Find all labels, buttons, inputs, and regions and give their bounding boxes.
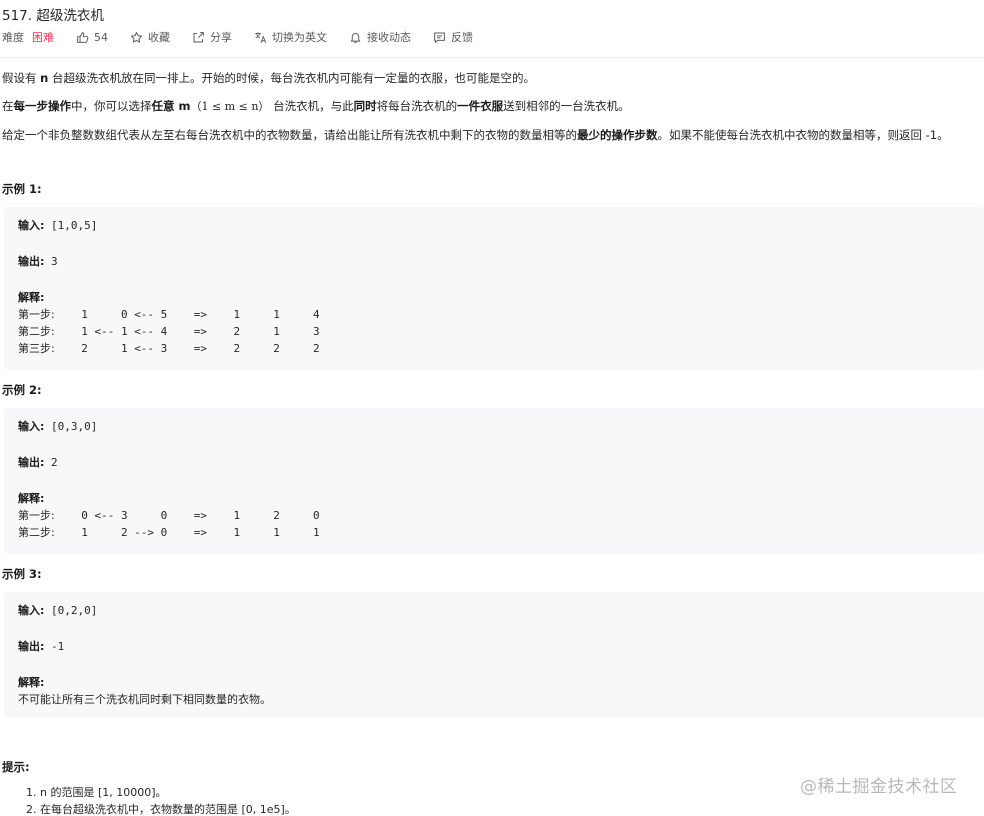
- example-step: 第三步: 2 1 <-- 3 => 2 2 2: [18, 342, 320, 355]
- example-step: 第二步: 1 2 --> 0 => 1 1 1: [18, 526, 320, 539]
- description-paragraph-2: 在每一步操作中，你可以选择任意 m（1 ≤ m ≤ n） 台洗衣机，与此同时将每…: [2, 99, 630, 113]
- hint-item: 1. n 的范围是 [1, 10000]。: [26, 786, 167, 799]
- favorite-button[interactable]: 收藏: [130, 29, 170, 45]
- notify-button[interactable]: 接收动态: [349, 29, 411, 45]
- example-output: 输出: 2: [18, 456, 58, 469]
- thumbs-up-icon: [77, 31, 89, 43]
- like-button[interactable]: 54: [76, 31, 108, 44]
- example-2-code-block: 输入: [0,3,0] 输出: 2 解释: 第一步: 0 <-- 3 0 => …: [4, 408, 984, 554]
- example-step: 第一步: 1 0 <-- 5 => 1 1 4: [18, 308, 320, 321]
- star-icon: [130, 31, 143, 43]
- example-2-title: 示例 2:: [2, 383, 42, 397]
- example-input: 输入: [0,3,0]: [18, 420, 98, 433]
- share-button[interactable]: 分享: [192, 29, 232, 45]
- example-1-title: 示例 1:: [2, 182, 42, 196]
- feedback-button[interactable]: 反馈: [433, 29, 473, 45]
- example-explain-label: 解释:: [18, 676, 45, 689]
- feedback-label: 反馈: [451, 31, 473, 44]
- share-icon: [193, 31, 204, 42]
- hints-title: 提示:: [2, 760, 30, 774]
- difficulty-label: 难度: [2, 31, 24, 44]
- example-explain-label: 解释:: [18, 291, 45, 304]
- hint-item: 2. 在每台超级洗衣机中，衣物数量的范围是 [0, 1e5]。: [26, 803, 296, 816]
- translate-icon: [255, 31, 267, 43]
- share-label: 分享: [210, 31, 232, 44]
- example-step: 第一步: 0 <-- 3 0 => 1 2 0: [18, 509, 320, 522]
- like-count: 54: [94, 30, 108, 44]
- feedback-icon: [434, 32, 445, 43]
- example-3-title: 示例 3:: [2, 567, 42, 581]
- example-input: 输入: [1,0,5]: [18, 219, 98, 232]
- example-output: 输出: -1: [18, 640, 65, 653]
- switch-language-button[interactable]: 切换为英文: [254, 29, 327, 45]
- favorite-label: 收藏: [148, 31, 170, 44]
- bell-icon: [350, 32, 361, 43]
- example-output: 输出: 3: [18, 255, 58, 268]
- problem-header: 517. 超级洗衣机 难度 困难 54 收藏 分享 切换为英文 接收动态 反馈: [0, 0, 984, 58]
- problem-title: 517. 超级洗衣机: [2, 8, 104, 24]
- watermark-text: @稀土掘金技术社区: [800, 777, 958, 797]
- example-explain-text: 不可能让所有三个洗衣机同时剩下相同数量的衣物。: [18, 693, 271, 706]
- difficulty-badge: 困难: [32, 31, 54, 44]
- example-explain-label: 解释:: [18, 492, 45, 505]
- description-paragraph-1: 假设有 n 台超级洗衣机放在同一排上。开始的时候，每台洗衣机内可能有一定量的衣服…: [2, 71, 535, 85]
- notify-label: 接收动态: [367, 31, 411, 44]
- description-paragraph-3: 给定一个非负整数数组代表从左至右每台洗衣机中的衣物数量，请给出能让所有洗衣机中剩…: [2, 128, 949, 142]
- problem-toolbar: 难度 困难 54 收藏 分享 切换为英文 接收动态 反馈: [2, 29, 495, 45]
- example-1-code-block: 输入: [1,0,5] 输出: 3 解释: 第一步: 1 0 <-- 5 => …: [4, 207, 984, 370]
- switch-language-label: 切换为英文: [272, 31, 327, 44]
- example-3-code-block: 输入: [0,2,0] 输出: -1 解释: 不可能让所有三个洗衣机同时剩下相同…: [4, 592, 984, 718]
- example-step: 第二步: 1 <-- 1 <-- 4 => 2 1 3: [18, 325, 320, 338]
- example-input: 输入: [0,2,0]: [18, 604, 98, 617]
